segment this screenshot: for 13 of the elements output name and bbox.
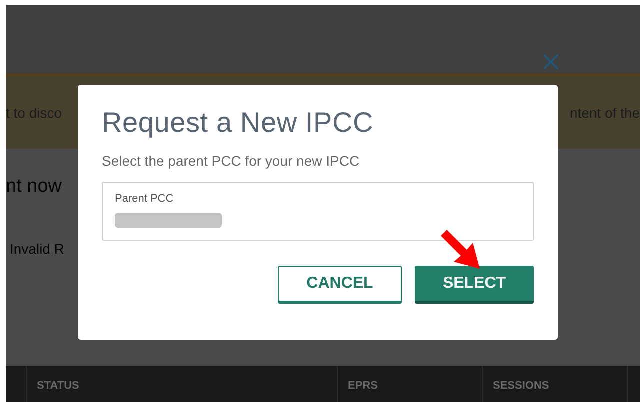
parent-pcc-field[interactable]: Parent PCC [102, 182, 534, 241]
pointer-arrow [439, 228, 481, 270]
dialog-title: Request a New IPCC [102, 107, 375, 139]
cancel-button[interactable]: CANCEL [278, 266, 402, 304]
select-button[interactable]: SELECT [415, 266, 534, 304]
close-icon[interactable] [543, 54, 559, 70]
field-label: Parent PCC [115, 193, 175, 205]
dialog-subtitle: Select the parent PCC for your new IPCC [102, 153, 361, 169]
column-header: EPRS [348, 380, 378, 392]
page-heading: nt now [6, 176, 62, 198]
message-text: Invalid R [10, 241, 64, 257]
column-header: SESSIONS [493, 380, 550, 392]
column-header: STATUS [37, 380, 80, 392]
